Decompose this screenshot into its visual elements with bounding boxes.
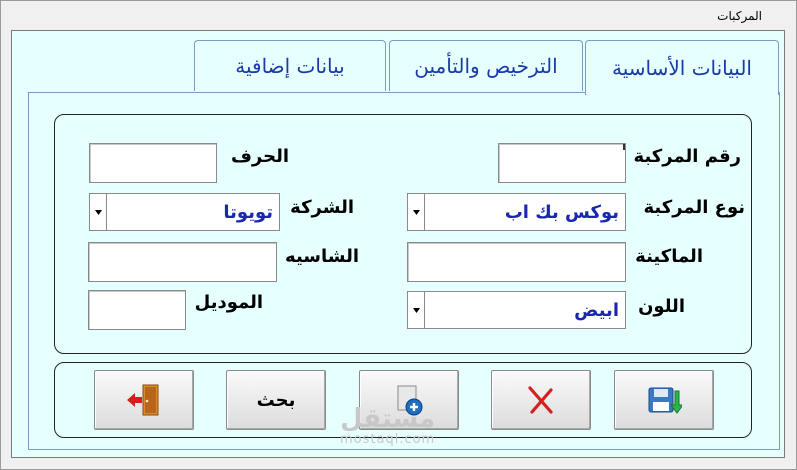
tab-label: الترخيص والتأمين [414,54,558,78]
vehicle-number-input[interactable] [498,143,626,183]
chassis-input[interactable] [88,242,277,282]
caret [623,144,625,150]
vehicle-type-select[interactable]: بوكس بك اب [407,193,626,231]
save-button[interactable] [614,370,714,430]
letter-label: الحرف [230,146,289,167]
company-select[interactable]: تويوتا [89,193,280,231]
color-select[interactable]: ابيض [407,291,626,329]
tab-licensing-insurance[interactable]: الترخيص والتأمين [389,40,583,91]
exit-door-icon [127,384,159,416]
tab-additional-data[interactable]: بيانات إضافية [194,40,386,91]
engine-input[interactable] [407,242,626,282]
vehicle-number-label: رقم المركبة [633,146,741,167]
engine-label: الماكينة [635,246,703,267]
company-label: الشركة [290,197,354,218]
chassis-label: الشاسيه [285,246,359,267]
save-disk-icon [648,387,682,414]
exit-button[interactable] [94,370,194,430]
letter-input[interactable] [89,143,217,183]
tab-basic-data[interactable]: البيانات الأساسية [585,40,779,95]
vehicle-type-label: نوع المركبة [643,197,745,218]
window-title: المركبات [717,9,762,23]
model-label: الموديل [194,292,263,313]
company-value: تويوتا [223,201,273,223]
color-label: اللون [638,296,685,317]
color-value: ابيض [574,299,619,321]
delete-button[interactable] [491,370,591,430]
new-document-icon [397,385,423,416]
search-button[interactable]: بحث [226,370,326,430]
tab-label: البيانات الأساسية [612,56,752,80]
search-button-label: بحث [256,389,296,411]
chevron-down-icon[interactable] [90,194,107,230]
chevron-down-icon[interactable] [408,194,425,230]
model-input[interactable] [88,290,186,330]
vehicle-type-value: بوكس بك اب [504,201,619,223]
chevron-down-icon[interactable] [408,292,425,328]
add-new-button[interactable] [359,370,459,430]
close-icon [528,386,553,414]
tab-label: بيانات إضافية [235,54,345,78]
title-bar: المركبات [1,1,796,31]
